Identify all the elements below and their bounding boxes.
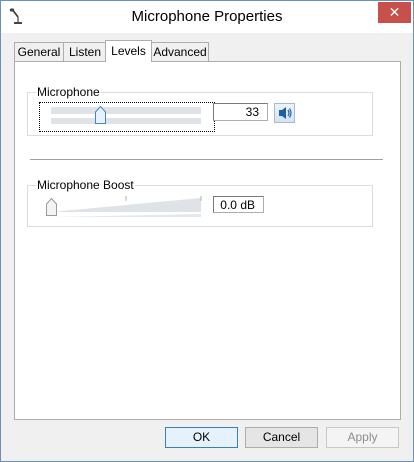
close-button[interactable]: ✕ (378, 2, 411, 23)
ok-button[interactable]: OK (165, 427, 238, 448)
microphone-level-value[interactable]: 33 (213, 103, 268, 121)
boost-slider[interactable] (39, 194, 215, 220)
boost-slider-thumb[interactable] (46, 197, 57, 216)
boost-level-value[interactable]: 0.0 dB (213, 196, 264, 213)
microphone-group: Microphone 33 (27, 85, 373, 136)
microphone-slider-track-lower (51, 118, 201, 124)
cancel-button[interactable]: Cancel (245, 427, 318, 448)
microphone-slider-track (51, 107, 201, 114)
close-icon: ✕ (388, 4, 401, 20)
tab-listen[interactable]: Listen (63, 42, 107, 61)
tab-general[interactable]: General (14, 42, 64, 61)
microphone-boost-group: Microphone Boost 0.0 dB (27, 178, 373, 227)
speaker-icon (275, 107, 294, 125)
microphone-properties-window: Microphone Properties ✕ General Listen L… (0, 0, 414, 462)
tab-levels[interactable]: Levels (105, 40, 152, 62)
title-bar: Microphone Properties ✕ (1, 1, 413, 33)
apply-button[interactable]: Apply (326, 427, 399, 448)
tab-advanced[interactable]: Advanced (151, 42, 209, 61)
microphone-label: Microphone (36, 85, 101, 99)
microphone-boost-label: Microphone Boost (36, 178, 135, 192)
microphone-slider-thumb[interactable] (95, 105, 106, 124)
levels-panel: Microphone 33 Microphone Boost 0.0 dB (14, 61, 401, 420)
window-title: Microphone Properties (131, 8, 283, 25)
separator (30, 159, 383, 160)
mute-button[interactable] (274, 103, 295, 123)
microphone-slider[interactable] (39, 102, 215, 132)
